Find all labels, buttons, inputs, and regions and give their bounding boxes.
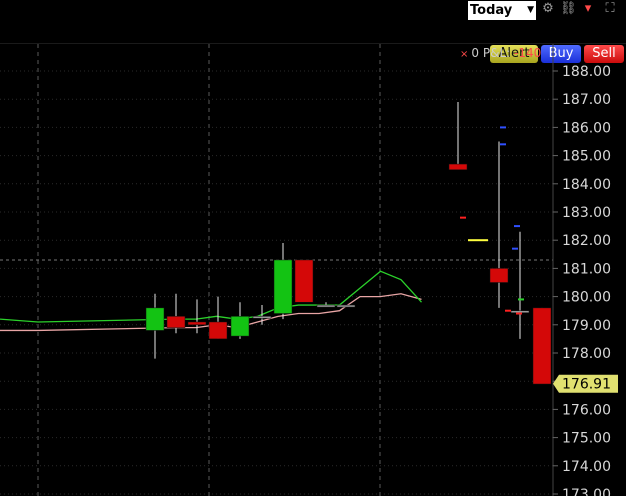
last-price-label: 176.91 xyxy=(562,377,611,393)
tick-label: 175.00 xyxy=(562,431,611,447)
chart-toolbar: Today ▼ ⚙ ⛓ ▾ ⛶ xyxy=(0,0,626,21)
candle-body xyxy=(208,321,228,340)
order-mark xyxy=(468,239,488,242)
candle-body xyxy=(294,259,314,303)
candles xyxy=(145,102,552,385)
chevron-down-icon: ▼ xyxy=(527,5,534,15)
tick-label: 180.00 xyxy=(562,290,611,306)
order-mark xyxy=(512,247,518,250)
candle-body xyxy=(166,316,186,328)
moving-averages xyxy=(0,270,422,332)
price-chart[interactable]: 188.00 187.00 186.00 185.00 184.00 183.00 182.… xyxy=(0,44,626,496)
tick-label: 181.00 xyxy=(562,261,611,277)
period-value: Today xyxy=(470,3,513,18)
order-toolbar: Alert Buy Sell xyxy=(0,21,626,63)
tick-label: 185.00 xyxy=(562,149,611,165)
tick-label: 184.00 xyxy=(562,177,611,193)
gear-icon[interactable]: ⚙ xyxy=(540,0,556,18)
candle-body xyxy=(510,310,530,313)
tick-label: 188.00 xyxy=(562,64,611,80)
tick-label: 186.00 xyxy=(562,120,611,136)
period-dropdown[interactable]: Today ▼ xyxy=(468,1,536,20)
candle-body xyxy=(489,268,509,283)
order-marks xyxy=(460,126,524,315)
candle-body xyxy=(316,304,336,308)
order-mark xyxy=(500,126,506,129)
tick-label: 183.00 xyxy=(562,205,611,221)
expand-icon[interactable]: ⛶ xyxy=(602,0,618,18)
link-icon[interactable]: ⛓ xyxy=(560,0,577,18)
tick-label: 176.00 xyxy=(562,402,611,418)
order-mark xyxy=(514,225,520,228)
tick-label: 178.00 xyxy=(562,346,611,362)
price-axis: 188.00 187.00 186.00 185.00 184.00 183.00 182.… xyxy=(552,44,618,496)
candle-body xyxy=(230,316,250,337)
candle-body xyxy=(336,304,356,308)
tick-label: 173.00 xyxy=(562,487,611,496)
tick-label: 187.00 xyxy=(562,92,611,108)
candle-body xyxy=(252,316,272,319)
candle-body xyxy=(187,321,207,326)
tick-label: 174.00 xyxy=(562,459,611,475)
tick-label: 182.00 xyxy=(562,233,611,249)
candle-body xyxy=(532,307,552,385)
flag-icon[interactable]: ▾ xyxy=(580,0,596,18)
candle-body xyxy=(145,307,165,331)
order-mark xyxy=(500,143,506,146)
tick-label: 179.00 xyxy=(562,318,611,334)
candle-body xyxy=(448,163,468,170)
order-mark xyxy=(505,309,511,312)
candle-body xyxy=(273,259,293,314)
order-mark xyxy=(518,298,524,301)
ma-fast-line xyxy=(0,270,422,323)
order-mark xyxy=(460,216,466,219)
order-mark xyxy=(516,312,522,315)
